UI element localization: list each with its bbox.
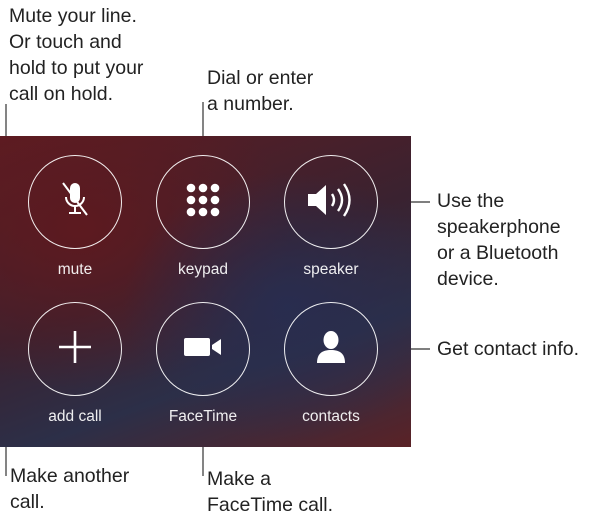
in-call-panel: mute keypad speaker add call FaceTime co… xyxy=(0,136,411,447)
add-call-callout: Make another call. xyxy=(10,465,130,513)
facetime-label: FaceTime xyxy=(168,408,238,425)
keypad-callout: Dial or enter a number. xyxy=(207,67,314,115)
speaker-button[interactable] xyxy=(284,155,378,249)
contacts-callout: Get contact info. xyxy=(437,338,579,360)
keypad-label: keypad xyxy=(178,261,228,278)
facetime-callout: Make a FaceTime call. xyxy=(207,468,334,516)
mute-button[interactable] xyxy=(28,155,122,249)
mute-label: mute xyxy=(57,261,93,278)
mute-callout: Mute your line. Or touch and hold to put… xyxy=(9,5,144,105)
contacts-label: contacts xyxy=(302,408,360,425)
microphone-off-icon xyxy=(60,180,90,225)
facetime-button[interactable] xyxy=(156,302,250,396)
video-camera-icon xyxy=(183,335,223,364)
keypad-grid-icon xyxy=(183,180,223,225)
speaker-callout: Use the speakerphone or a Bluetooth devi… xyxy=(437,190,561,290)
speaker-label: speaker xyxy=(303,261,359,278)
speaker-icon xyxy=(306,182,356,223)
plus-icon xyxy=(57,329,93,370)
contacts-button[interactable] xyxy=(284,302,378,396)
person-icon xyxy=(315,330,347,369)
keypad-button[interactable] xyxy=(156,155,250,249)
add-call-button[interactable] xyxy=(28,302,122,396)
add-call-label: add call xyxy=(48,408,102,425)
